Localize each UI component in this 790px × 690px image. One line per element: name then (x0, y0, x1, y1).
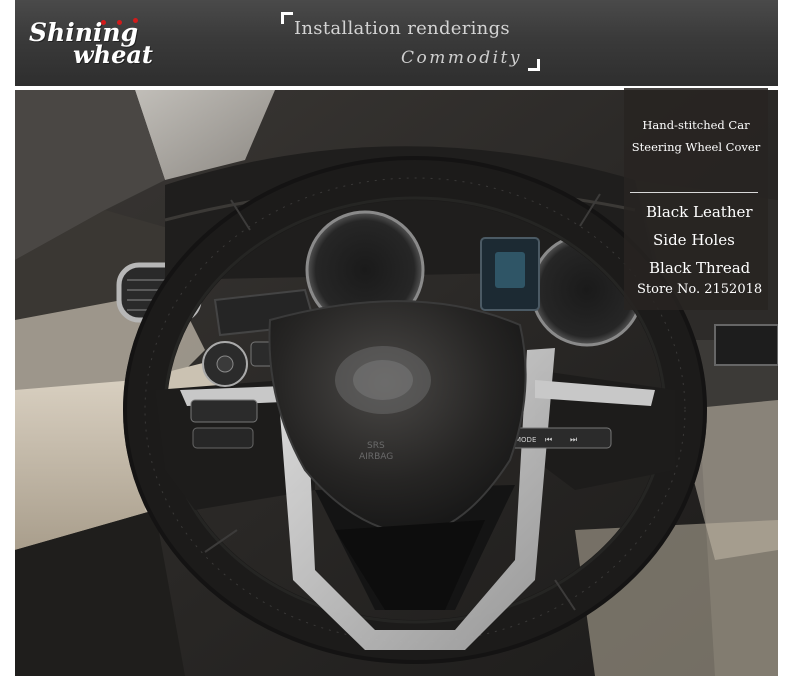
brand-logo: Shining wheat (29, 14, 177, 70)
panel-divider (630, 192, 758, 193)
logo-dot (117, 20, 122, 25)
product-title-line2: Steering Wheel Cover (631, 140, 761, 154)
product-title-line1: Hand-stitched Car (642, 118, 750, 132)
logo-dot (133, 18, 138, 23)
skip-back-icon: ⏮ (545, 435, 552, 444)
mode-button-label: MODE (515, 436, 536, 444)
header-banner: Shining wheat Installation renderings Co… (15, 0, 778, 86)
commodity-label: Commodity (401, 48, 522, 68)
material-label: Black Leather (646, 203, 753, 221)
product-title: Hand-stitched Car Steering Wheel Cover (624, 114, 768, 158)
product-info-panel: Hand-stitched Car Steering Wheel Cover B… (624, 88, 768, 310)
thread-label: Black Thread (649, 259, 751, 277)
logo-text-line2: wheat (73, 40, 154, 69)
airbag-label-line1: SRS (367, 441, 385, 451)
skip-forward-icon: ⏭ (570, 435, 577, 444)
corner-bracket-top-left (281, 12, 293, 24)
logo-dot (101, 20, 106, 25)
holes-label: Side Holes (653, 231, 735, 249)
store-number: Store No. 2152018 (637, 282, 763, 297)
installation-renderings-label: Installation renderings (294, 18, 510, 39)
airbag-label-line2: AIRBAG (359, 452, 393, 462)
corner-bracket-bottom-right (528, 59, 540, 71)
